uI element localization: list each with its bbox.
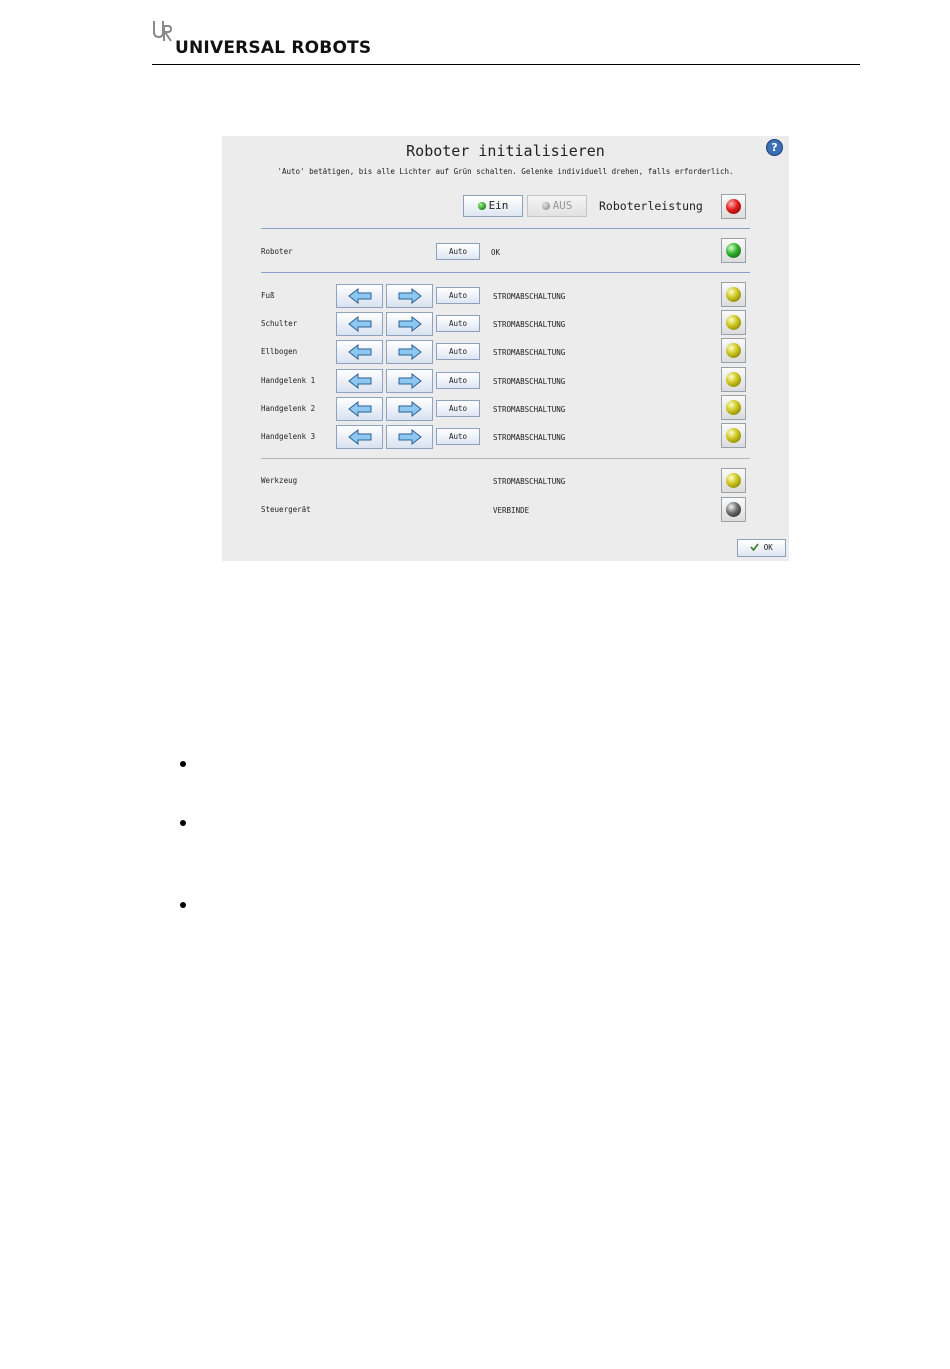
joint-rotate-right-button[interactable]	[386, 369, 433, 393]
power-on-label: Ein	[488, 199, 509, 212]
joint-status: STROMABSCHALTUNG	[493, 377, 566, 386]
arrow-right-icon	[398, 401, 422, 417]
joint-auto-button[interactable]: Auto	[436, 372, 480, 389]
grey-lamp-icon	[726, 502, 741, 517]
ok-label: OK	[763, 543, 773, 552]
arrow-left-icon	[348, 401, 372, 417]
arrow-right-icon	[398, 429, 422, 445]
help-icon[interactable]: ?	[766, 139, 783, 156]
status-dot-icon	[477, 202, 486, 210]
arrow-left-icon	[348, 316, 372, 332]
arrow-left-icon	[348, 373, 372, 389]
joint-label: Handgelenk 3	[261, 432, 316, 441]
arrow-right-icon	[398, 288, 422, 304]
red-lamp-icon	[726, 199, 741, 214]
robot-status-lamp	[721, 238, 746, 263]
joint-status-lamp	[721, 282, 746, 307]
joint-status: STROMABSCHALTUNG	[493, 292, 566, 301]
checkmark-icon	[750, 543, 759, 552]
joint-auto-button[interactable]: Auto	[436, 428, 480, 445]
power-off-label: AUS	[552, 199, 573, 212]
bullet-point	[180, 761, 186, 767]
joint-label: Handgelenk 1	[261, 376, 316, 385]
bullet-point	[180, 820, 186, 826]
robot-label: Roboter	[261, 247, 293, 256]
controller-status-lamp	[721, 497, 746, 522]
page-header: UNIVERSAL ROBOTS	[152, 20, 860, 65]
arrow-left-icon	[348, 429, 372, 445]
joint-status-lamp	[721, 338, 746, 363]
joint-status: STROMABSCHALTUNG	[493, 348, 566, 357]
joint-status-lamp	[721, 310, 746, 335]
controller-status: VERBINDE	[493, 506, 530, 515]
yellow-lamp-icon	[726, 315, 741, 330]
joint-rotate-left-button[interactable]	[336, 284, 383, 308]
power-on-button[interactable]: Ein	[463, 195, 523, 217]
robot-auto-button[interactable]: Auto	[436, 243, 480, 260]
dialog-instruction: 'Auto' betätigen, bis alle Lichter auf G…	[277, 167, 734, 176]
separator	[261, 272, 750, 273]
controller-label: Steuergerät	[261, 505, 311, 514]
joint-rotate-left-button[interactable]	[336, 340, 383, 364]
arrow-right-icon	[398, 344, 422, 360]
yellow-lamp-icon	[726, 287, 741, 302]
yellow-lamp-icon	[726, 400, 741, 415]
joint-status: STROMABSCHALTUNG	[493, 320, 566, 329]
joint-status-lamp	[721, 367, 746, 392]
ur-logo-icon	[153, 21, 172, 42]
power-off-button[interactable]: AUS	[527, 195, 587, 217]
robot-status: OK	[491, 248, 501, 257]
status-dot-icon	[541, 202, 550, 210]
robot-power-lamp	[721, 194, 746, 219]
tool-status: STROMABSCHALTUNG	[493, 477, 566, 486]
joint-label: Schulter	[261, 319, 298, 328]
joint-auto-button[interactable]: Auto	[436, 315, 480, 332]
joint-auto-button[interactable]: Auto	[436, 343, 480, 360]
yellow-lamp-icon	[726, 473, 741, 488]
joint-auto-button[interactable]: Auto	[436, 400, 480, 417]
joint-label: Ellbogen	[261, 347, 298, 356]
joint-status-lamp	[721, 423, 746, 448]
joint-rotate-left-button[interactable]	[336, 425, 383, 449]
joint-status: STROMABSCHALTUNG	[493, 405, 566, 414]
joint-rotate-right-button[interactable]	[386, 425, 433, 449]
yellow-lamp-icon	[726, 372, 741, 387]
joint-rotate-right-button[interactable]	[386, 284, 433, 308]
joint-rotate-left-button[interactable]	[336, 312, 383, 336]
joint-rotate-left-button[interactable]	[336, 397, 383, 421]
yellow-lamp-icon	[726, 343, 741, 358]
dialog-title: Roboter initialisieren	[406, 142, 605, 160]
joint-rotate-left-button[interactable]	[336, 369, 383, 393]
joint-label: Fuß	[261, 291, 275, 300]
joint-rotate-right-button[interactable]	[386, 312, 433, 336]
joint-auto-button[interactable]: Auto	[436, 287, 480, 304]
separator	[261, 228, 750, 229]
yellow-lamp-icon	[726, 428, 741, 443]
arrow-left-icon	[348, 344, 372, 360]
robot-power-label: Roboterleistung	[599, 199, 703, 213]
tool-label: Werkzeug	[261, 476, 298, 485]
init-robot-dialog: Roboter initialisieren ? 'Auto' betätige…	[222, 136, 789, 561]
arrow-right-icon	[398, 373, 422, 389]
tool-status-lamp	[721, 468, 746, 493]
ok-button[interactable]: OK	[737, 539, 786, 557]
joint-status-lamp	[721, 395, 746, 420]
brand-name: UNIVERSAL ROBOTS	[175, 38, 372, 58]
joint-rotate-right-button[interactable]	[386, 340, 433, 364]
bullet-point	[180, 902, 186, 908]
arrow-left-icon	[348, 288, 372, 304]
joint-status: STROMABSCHALTUNG	[493, 433, 566, 442]
joint-label: Handgelenk 2	[261, 404, 316, 413]
separator	[261, 458, 750, 459]
joint-rotate-right-button[interactable]	[386, 397, 433, 421]
arrow-right-icon	[398, 316, 422, 332]
green-lamp-icon	[726, 243, 741, 258]
